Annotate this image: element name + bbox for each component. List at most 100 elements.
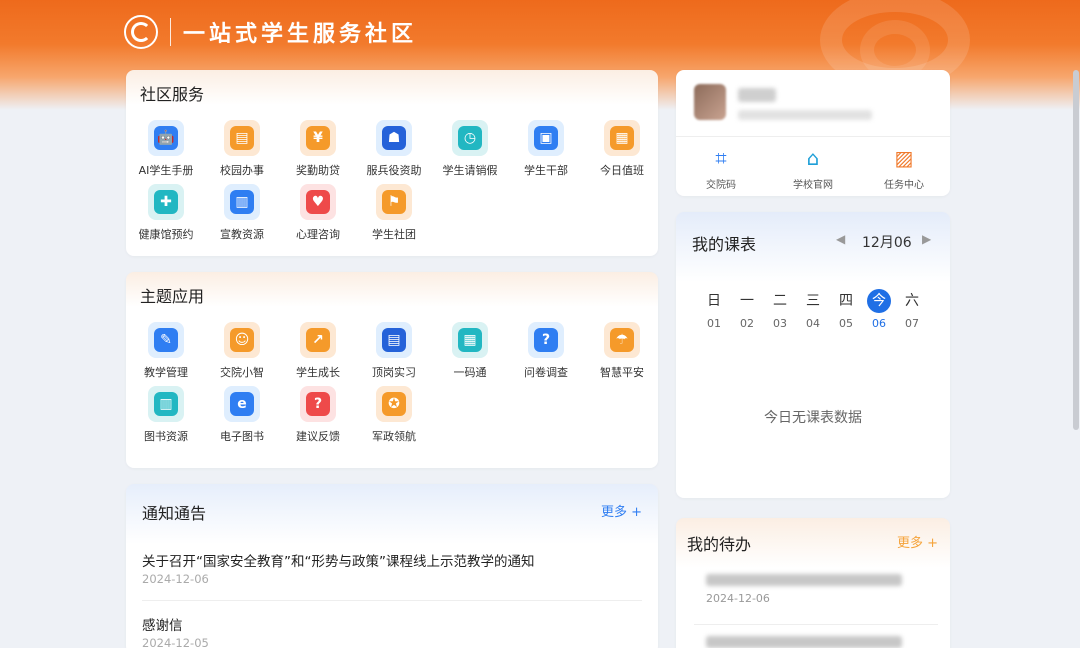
weekday-date: 05 <box>839 317 853 330</box>
community-service-item-label: 健康馆预约 <box>138 228 194 241</box>
umbrella-icon: ☂ <box>604 322 640 358</box>
theme-app-item[interactable]: ? 问卷调查 <box>508 322 584 380</box>
site-title: 一站式学生服务社区 <box>183 21 418 47</box>
community-services-card: 社区服务 🤖 AI学生手册 ▤ 校园办事 ¥ 奖勤助贷 ☗ 服兵役资助 ◷ 学生请销假 ▣ 学生干部 ▦… <box>126 70 658 256</box>
weekday-date: 03 <box>773 317 787 330</box>
theme-app-item-label: 电子图书 <box>220 430 264 443</box>
community-service-item-label: 服兵役资助 <box>366 164 422 177</box>
community-service-item[interactable]: ▦ 今日值班 <box>584 120 660 178</box>
notice-title: 关于召开“国家安全教育”和“形势与政策”课程线上示范教学的通知 <box>142 554 535 570</box>
community-service-item[interactable]: ✚ 健康馆预约 <box>128 184 204 242</box>
weekday[interactable]: 四 05 <box>834 289 858 330</box>
growth-chart-icon: ↗ <box>300 322 336 358</box>
weekday[interactable]: 三 04 <box>801 289 825 330</box>
quick-link-school-website[interactable]: ⌂ 学校官网 <box>773 146 853 191</box>
avatar[interactable] <box>694 84 726 120</box>
id-card-icon: ▣ <box>528 120 564 156</box>
community-service-item[interactable]: ▥ 宣教资源 <box>204 184 280 242</box>
weekday-date: 07 <box>905 317 919 330</box>
weekday-label: 三 <box>806 293 820 309</box>
weekday-date: 02 <box>740 317 754 330</box>
notices-more-link[interactable]: 更多 + <box>601 501 642 520</box>
todo-more-link[interactable]: 更多 + <box>897 532 938 551</box>
quick-link-label: 任务中心 <box>884 180 924 191</box>
theme-app-item-label: 教学管理 <box>144 366 188 379</box>
weekday-label: 六 <box>905 293 919 309</box>
community-service-item-label: 校园办事 <box>220 164 264 177</box>
robot-icon: ☺ <box>224 322 260 358</box>
theme-app-item[interactable]: ↗ 学生成长 <box>280 322 356 380</box>
weekday[interactable]: 日 01 <box>702 289 726 330</box>
todo-divider <box>694 624 938 625</box>
community-service-item[interactable]: ⚑ 学生社团 <box>356 184 432 242</box>
notice-title: 感谢信 <box>142 618 183 634</box>
notices-title: 通知通告 <box>142 504 207 523</box>
notice-item[interactable]: 感谢信 2024-12-05 <box>142 614 642 648</box>
quick-link-label: 学校官网 <box>793 180 833 191</box>
weekday-label: 日 <box>707 293 721 309</box>
weekday[interactable]: 一 02 <box>735 289 759 330</box>
community-service-item-label: 学生请销假 <box>442 164 498 177</box>
weekday-date: 01 <box>707 317 721 330</box>
weekday-label: 二 <box>773 293 787 309</box>
weekday-label: 今 <box>867 289 891 313</box>
theme-app-item-label: 顶岗实习 <box>372 366 416 379</box>
weekday-date: 04 <box>806 317 820 330</box>
site-logo[interactable]: 一站式学生服务社区 <box>124 14 417 50</box>
theme-app-item[interactable]: ▦ 一码通 <box>432 322 508 380</box>
theme-app-item[interactable]: ✎ 教学管理 <box>128 322 204 380</box>
quick-link-label: 交院码 <box>706 180 736 191</box>
schedule-date: 12月06 <box>862 235 912 251</box>
quick-link-task-center[interactable]: ▨ 任务中心 <box>864 146 944 191</box>
quick-link-campus-code[interactable]: ⌗ 交院码 <box>681 146 761 191</box>
weekday[interactable]: 二 03 <box>768 289 792 330</box>
todo-title: 我的待办 <box>687 535 752 554</box>
theme-app-item[interactable]: ✪ 军政领航 <box>356 386 432 444</box>
profile-divider <box>676 136 950 137</box>
todo-item[interactable]: 2024-12-06 <box>694 574 934 605</box>
todo-date: 2024-12-06 <box>706 592 770 605</box>
profile-card: ⌗ 交院码 ⌂ 学校官网 ▨ 任务中心 <box>676 70 950 196</box>
qr-code-icon: ▦ <box>452 322 488 358</box>
prev-day-icon[interactable]: ◀ <box>836 232 845 246</box>
document-clock-icon: ▤ <box>224 120 260 156</box>
notice-date: 2024-12-06 <box>142 572 209 586</box>
theme-apps-card: 主题应用 ✎ 教学管理 ☺ 交院小智 ↗ 学生成长 ▤ 顶岗实习 ▦ 一码通? 问卷调查 ☂ 智慧平安 ▥… <box>126 272 658 468</box>
weekday-today[interactable]: 今 06 <box>867 289 891 330</box>
next-day-icon[interactable]: ▶ <box>922 232 931 246</box>
theme-apps-title: 主题应用 <box>140 287 205 306</box>
heart-icon: ♥ <box>300 184 336 220</box>
theme-app-item[interactable]: e 电子图书 <box>204 386 280 444</box>
todo-text-redacted <box>706 574 902 586</box>
school-seal-icon <box>124 15 158 49</box>
weekday[interactable]: 六 07 <box>900 289 924 330</box>
theme-app-item-label: 图书资源 <box>144 430 188 443</box>
community-service-item[interactable]: ◷ 学生请销假 <box>432 120 508 178</box>
theme-app-item[interactable]: ☺ 交院小智 <box>204 322 280 380</box>
week-row: 日 01 一 02 二 03 三 04 四 05 今 06 六 07 <box>676 289 950 339</box>
robot-icon: 🤖 <box>148 120 184 156</box>
community-service-item[interactable]: ☗ 服兵役资助 <box>356 120 432 178</box>
notice-item[interactable]: 关于召开“国家安全教育”和“形势与政策”课程线上示范教学的通知 2024-12-… <box>142 550 642 601</box>
theme-app-item-label: 军政领航 <box>372 430 416 443</box>
theme-app-item-label: 学生成长 <box>296 366 340 379</box>
calendar-icon: ▦ <box>604 120 640 156</box>
community-service-item[interactable]: 🤖 AI学生手册 <box>128 120 204 178</box>
military-emblem-icon: ✪ <box>376 386 412 422</box>
theme-app-item[interactable]: ☂ 智慧平安 <box>584 322 660 380</box>
theme-app-item[interactable]: ? 建议反馈 <box>280 386 356 444</box>
community-service-item-label: 今日值班 <box>600 164 644 177</box>
page-scrollbar[interactable] <box>1073 70 1079 430</box>
theme-app-item[interactable]: ▤ 顶岗实习 <box>356 322 432 380</box>
feedback-icon: ? <box>300 386 336 422</box>
community-service-item[interactable]: ♥ 心理咨询 <box>280 184 356 242</box>
books-icon: ▥ <box>148 386 184 422</box>
teacher-icon: ✎ <box>148 322 184 358</box>
community-service-item[interactable]: ¥ 奖勤助贷 <box>280 120 356 178</box>
community-service-item-label: 奖勤助贷 <box>296 164 340 177</box>
theme-app-item[interactable]: ▥ 图书资源 <box>128 386 204 444</box>
schedule-title: 我的课表 <box>692 235 757 254</box>
community-service-item[interactable]: ▣ 学生干部 <box>508 120 584 178</box>
community-service-item-label: 宣教资源 <box>220 228 264 241</box>
community-service-item[interactable]: ▤ 校园办事 <box>204 120 280 178</box>
